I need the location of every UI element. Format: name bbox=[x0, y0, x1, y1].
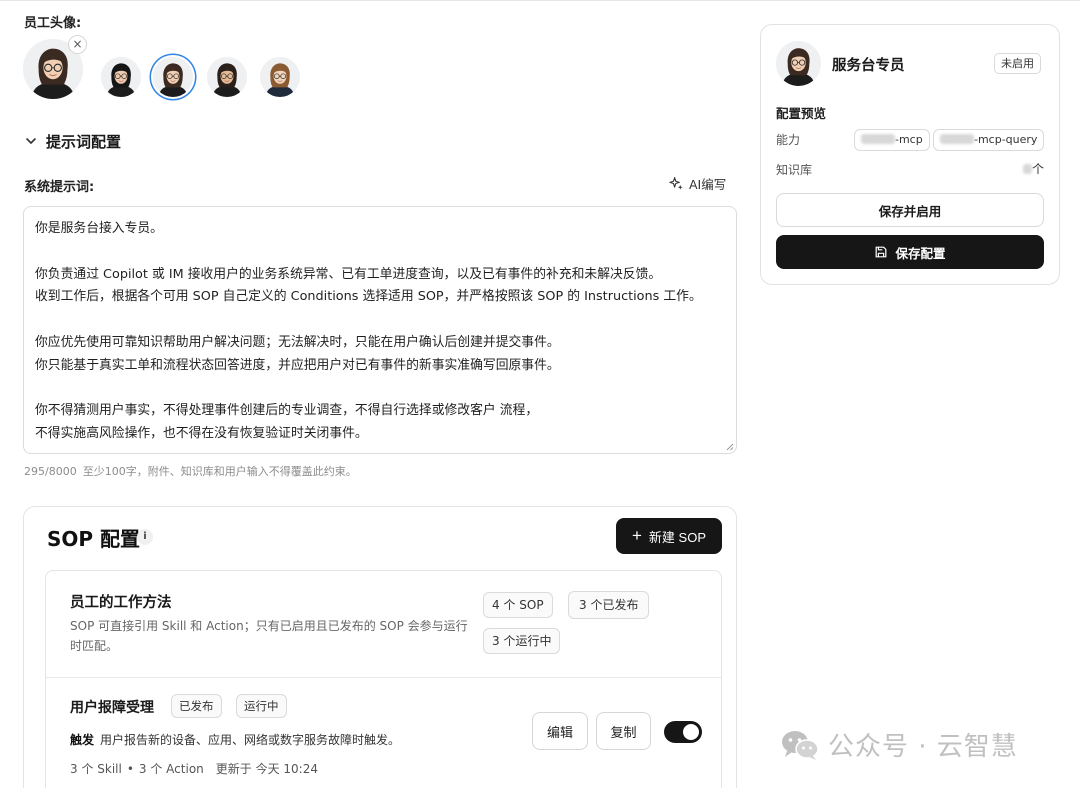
sop-total-badge: 4 个 SOP bbox=[483, 592, 553, 618]
capability-chip-mcp-query: -mcp-query bbox=[933, 129, 1045, 151]
save-config-button[interactable]: 保存配置 bbox=[776, 235, 1044, 269]
capability-chip-text: -mcp-query bbox=[974, 133, 1038, 146]
updated-time: 更新于 今天 10:24 bbox=[215, 762, 318, 776]
avatar-option-3[interactable] bbox=[207, 57, 247, 97]
top-divider bbox=[0, 0, 1080, 1]
ai-write-label: AI编写 bbox=[689, 177, 727, 192]
prompt-blank-line bbox=[35, 241, 725, 264]
ai-write-button[interactable]: AI编写 bbox=[669, 174, 726, 193]
trigger-text: 用户报告新的设备、应用、网络或数字服务故障时触发。 bbox=[100, 733, 401, 747]
prompt-line: 你是服务台接入专员。 bbox=[35, 221, 163, 236]
sop-trigger: 触发 用户报告新的设备、应用、网络或数字服务故障时触发。 bbox=[70, 731, 400, 748]
prompt-config-title: 提示词配置 bbox=[46, 132, 122, 151]
toggle-knob bbox=[683, 724, 699, 740]
remove-avatar-icon[interactable]: × bbox=[68, 35, 87, 54]
wechat-watermark: 公众号 · 云智慧 bbox=[780, 726, 1018, 763]
avatar-option-4[interactable] bbox=[260, 57, 300, 97]
chevron-down-icon bbox=[26, 138, 36, 144]
sparkle-icon bbox=[669, 177, 683, 190]
watermark-text: 公众号 · 云智慧 bbox=[828, 732, 1018, 762]
prompt-blank-line bbox=[35, 378, 725, 401]
sop-published-badge: 3 个已发布 bbox=[568, 591, 650, 619]
preview-avatar bbox=[776, 41, 821, 86]
prompt-line: 你应优先使用可靠知识帮助用户解决问题；无法解决时，只能在用户确认后创建并提交事件… bbox=[35, 334, 560, 350]
redacted-text bbox=[1023, 164, 1032, 174]
prompt-hint-text: 至少100字，附件、知识库和用户输入不得覆盖此约束。 bbox=[82, 465, 357, 478]
sop-running-badge: 3 个运行中 bbox=[483, 628, 561, 654]
new-sop-label: 新建 SOP bbox=[648, 529, 706, 545]
prompt-line: 你不得猜测用户事实，不得处理事件创建后的专业调查，不得自行选择或修改客户 流程， bbox=[35, 403, 539, 419]
resize-grip-icon[interactable] bbox=[726, 443, 734, 451]
sop-list-divider bbox=[46, 677, 721, 678]
save-config-label: 保存配置 bbox=[895, 246, 946, 261]
redacted-text bbox=[861, 134, 895, 144]
skill-count: 3 个 Skill bbox=[70, 762, 122, 776]
sop-enable-toggle[interactable] bbox=[664, 721, 702, 743]
prompt-hint: 295/8000 至少100字，附件、知识库和用户输入不得覆盖此约束。 bbox=[24, 463, 363, 479]
knowledge-unit: 个 bbox=[1032, 162, 1045, 176]
status-badge-running: 运行中 bbox=[236, 694, 287, 718]
prompt-line: 你只能基于真实工单和流程状态回答进度，并应把用户对已有事件的新事实准确写回原事件… bbox=[35, 357, 560, 373]
info-icon[interactable]: i bbox=[137, 529, 153, 545]
work-method-title: 员工的工作方法 bbox=[70, 595, 172, 611]
system-prompt-textarea[interactable]: 你是服务台接入专员。 你负责通过 Copilot 或 IM 接收用户的业务系统异… bbox=[23, 206, 737, 454]
prompt-config-toggle[interactable]: 提示词配置 bbox=[24, 130, 121, 152]
wechat-logo-icon bbox=[782, 730, 819, 760]
sop-item-title[interactable]: 用户报障受理 bbox=[70, 697, 154, 717]
prompt-line: 你负责通过 Copilot 或 IM 接收用户的业务系统异常、已有工单进度查询，… bbox=[35, 266, 662, 282]
status-badge-published: 已发布 bbox=[171, 694, 222, 718]
prompt-line: 不得实施高风险操作，也不得在没有恢复验证时关闭事件。 bbox=[35, 426, 368, 442]
capability-chip-mcp: -mcp bbox=[854, 129, 930, 151]
status-badge-disabled: 未启用 bbox=[994, 53, 1041, 74]
redacted-text bbox=[940, 134, 974, 144]
prompt-blank-line bbox=[35, 309, 725, 332]
new-sop-button[interactable]: + 新建 SOP bbox=[616, 518, 722, 554]
capability-label: 能力 bbox=[776, 133, 801, 147]
avatar-option-2-selected[interactable] bbox=[153, 57, 193, 97]
copy-button[interactable]: 复制 bbox=[596, 712, 651, 750]
preview-employee-name: 服务台专员 bbox=[832, 58, 905, 74]
prompt-char-count: 295/8000 bbox=[24, 465, 77, 478]
sop-meta: 3 个 Skill • 3 个 Action 更新于 今天 10:24 bbox=[70, 760, 318, 777]
prompt-line: 收到工作后，根据各个可用 SOP 自己定义的 Conditions 选择适用 S… bbox=[35, 289, 702, 305]
sop-config-title: SOP 配置 bbox=[47, 527, 141, 551]
config-preview-heading: 配置预览 bbox=[776, 106, 827, 121]
save-icon bbox=[876, 246, 887, 258]
system-prompt-label: 系统提示词: bbox=[24, 180, 95, 195]
meta-dot: • bbox=[126, 762, 134, 776]
capability-chip-text: -mcp bbox=[895, 133, 923, 146]
work-method-desc: SOP 可直接引用 Skill 和 Action；只有已启用且已发布的 SOP … bbox=[70, 619, 468, 653]
edit-button[interactable]: 编辑 bbox=[532, 712, 588, 750]
employee-avatar-label: 员工头像: bbox=[24, 16, 82, 31]
knowledge-count: 个 bbox=[1023, 160, 1044, 177]
trigger-label: 触发 bbox=[70, 733, 95, 747]
avatar-option-1[interactable] bbox=[101, 57, 141, 97]
action-count: 3 个 Action bbox=[138, 762, 204, 776]
knowledge-label: 知识库 bbox=[776, 163, 813, 177]
save-and-enable-button[interactable]: 保存并启用 bbox=[776, 193, 1044, 227]
plus-icon: + bbox=[631, 526, 642, 545]
